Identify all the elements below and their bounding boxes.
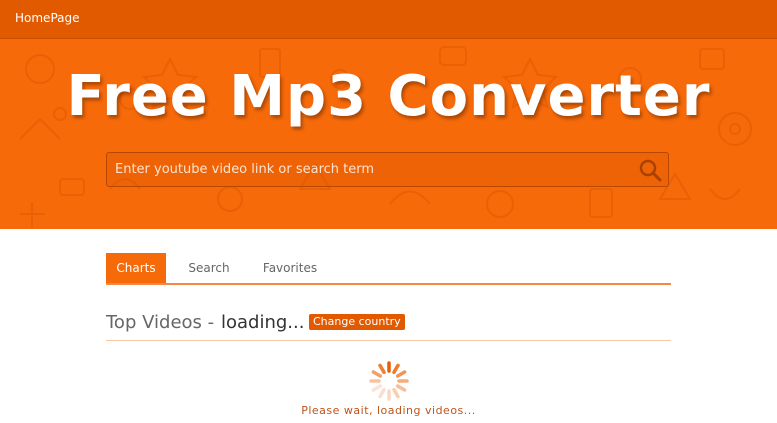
tab-search[interactable]: Search <box>178 253 240 283</box>
loading-message: Please wait, loading videos... <box>301 404 476 417</box>
homepage-link[interactable]: HomePage <box>15 11 80 25</box>
search-input[interactable] <box>115 153 635 186</box>
section-heading: Top Videos - loading... Change country <box>106 312 671 341</box>
top-navbar: HomePage <box>0 0 777 39</box>
section-title: Top Videos - <box>106 312 215 333</box>
search-box <box>106 152 669 187</box>
search-icon[interactable] <box>638 158 662 182</box>
section-status: loading... <box>221 312 305 333</box>
spinner-icon <box>369 361 409 401</box>
hero-banner: Free Mp3 Converter <box>0 39 777 229</box>
page: HomePage Free Mp3 Converter Chart <box>0 0 777 423</box>
tab-favorites[interactable]: Favorites <box>254 253 326 283</box>
tab-bar: Charts Search Favorites <box>106 253 671 285</box>
change-country-button[interactable]: Change country <box>309 314 405 330</box>
tab-charts[interactable]: Charts <box>106 253 166 283</box>
hero-title: Free Mp3 Converter <box>66 64 711 129</box>
